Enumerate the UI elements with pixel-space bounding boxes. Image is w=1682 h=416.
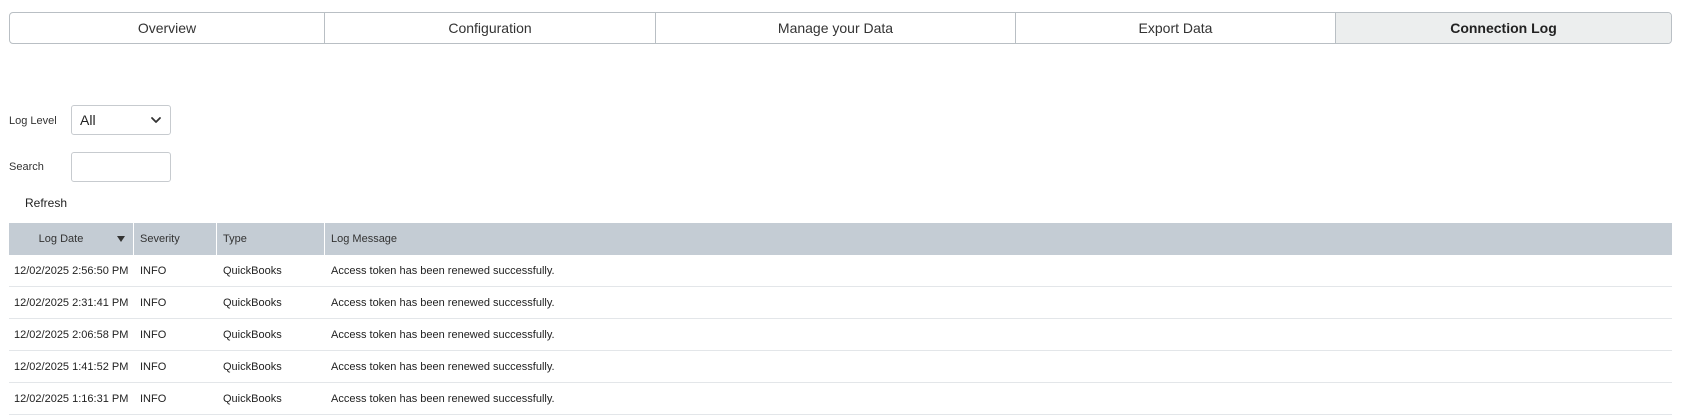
log-message-cell: Access token has been renewed successful… <box>331 264 555 277</box>
type-cell: QuickBooks <box>223 360 282 373</box>
type-cell: QuickBooks <box>223 328 282 341</box>
type-cell: QuickBooks <box>223 264 282 277</box>
tab-bar: Overview Configuration Manage your Data … <box>9 12 1672 44</box>
log-date-cell: 12/02/2025 1:16:31 PM <box>14 392 129 405</box>
table-row[interactable]: 12/02/2025 1:16:31 PM INFO QuickBooks Ac… <box>9 383 1672 415</box>
tab-configuration[interactable]: Configuration <box>325 13 656 43</box>
severity-cell: INFO <box>140 328 167 341</box>
table-row[interactable]: 12/02/2025 1:41:52 PM INFO QuickBooks Ac… <box>9 351 1672 383</box>
tab-manage-your-data[interactable]: Manage your Data <box>656 13 1016 43</box>
tab-overview[interactable]: Overview <box>10 13 325 43</box>
log-message-cell: Access token has been renewed successful… <box>331 296 555 309</box>
column-header-log-message[interactable]: Log Message <box>325 223 1672 255</box>
table-row[interactable]: 12/02/2025 2:56:50 PM INFO QuickBooks Ac… <box>9 255 1672 287</box>
severity-cell: INFO <box>140 296 167 309</box>
log-message-cell: Access token has been renewed successful… <box>331 328 555 341</box>
log-message-cell: Access token has been renewed successful… <box>331 360 555 373</box>
search-label: Search <box>9 161 44 173</box>
column-header-log-date[interactable]: Log Date <box>9 223 134 255</box>
severity-cell: INFO <box>140 392 167 405</box>
log-level-label: Log Level <box>9 115 57 127</box>
log-message-cell: Access token has been renewed successful… <box>331 392 555 405</box>
severity-cell: INFO <box>140 360 167 373</box>
log-level-value: All <box>80 112 96 128</box>
type-cell: QuickBooks <box>223 392 282 405</box>
table-row[interactable]: 12/02/2025 2:31:41 PM INFO QuickBooks Ac… <box>9 287 1672 319</box>
chevron-down-icon <box>151 117 161 123</box>
log-date-cell: 12/02/2025 1:41:52 PM <box>14 360 129 373</box>
sort-descending-icon <box>117 236 125 242</box>
log-date-cell: 12/02/2025 2:31:41 PM <box>14 296 129 309</box>
type-cell: QuickBooks <box>223 296 282 309</box>
column-header-severity[interactable]: Severity <box>134 223 217 255</box>
log-date-cell: 12/02/2025 2:56:50 PM <box>14 264 129 277</box>
search-input[interactable] <box>71 152 171 182</box>
tab-export-data[interactable]: Export Data <box>1016 13 1336 43</box>
column-header-type[interactable]: Type <box>217 223 325 255</box>
column-header-label: Log Date <box>38 233 84 245</box>
severity-cell: INFO <box>140 264 167 277</box>
log-date-cell: 12/02/2025 2:06:58 PM <box>14 328 129 341</box>
grid-header: Log Date Severity Type Log Message <box>9 223 1672 255</box>
log-grid: Log Date Severity Type Log Message 12/02… <box>9 223 1672 415</box>
tab-connection-log[interactable]: Connection Log <box>1336 13 1671 43</box>
refresh-button[interactable]: Refresh <box>25 196 67 210</box>
log-level-select[interactable]: All <box>71 105 171 135</box>
table-row[interactable]: 12/02/2025 2:06:58 PM INFO QuickBooks Ac… <box>9 319 1672 351</box>
